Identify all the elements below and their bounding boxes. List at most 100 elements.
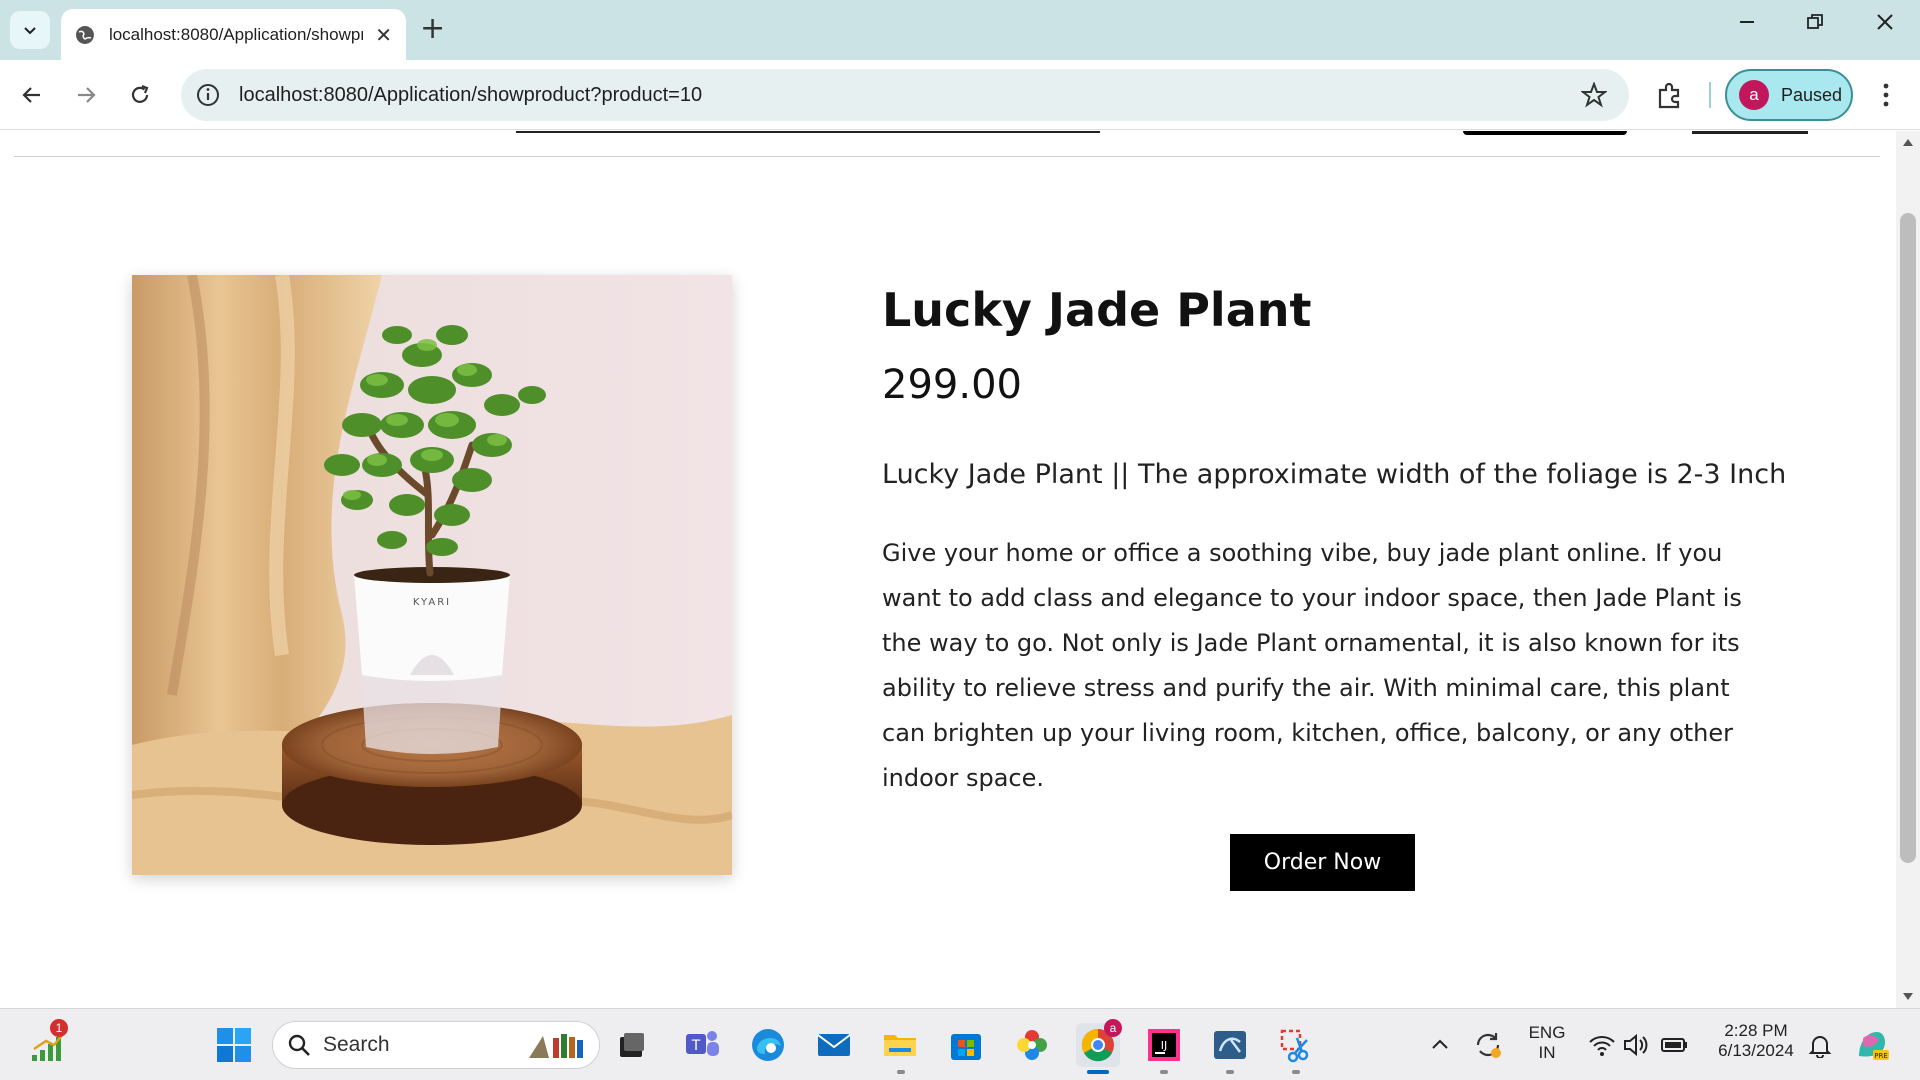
page-scrollbar[interactable]: [1896, 131, 1920, 1008]
task-view-icon: [620, 1033, 644, 1057]
reload-button[interactable]: [124, 79, 156, 111]
edge-app-button[interactable]: [746, 1023, 790, 1067]
svg-text:PRE: PRE: [1874, 1052, 1888, 1060]
notification-badge: 1: [50, 1019, 68, 1037]
site-nav-button-edge[interactable]: [1463, 131, 1627, 135]
mysql-workbench-icon: [1214, 1031, 1246, 1059]
teams-icon: T: [686, 1031, 719, 1056]
product-price: 299.00: [882, 362, 1022, 408]
scroll-up-arrow-icon[interactable]: [1902, 137, 1914, 147]
page-viewport: KYARI Lucky Jade Plant 299.00 Lucky Jade…: [0, 131, 1896, 1008]
svg-text:T: T: [691, 1038, 701, 1054]
address-bar[interactable]: localhost:8080/Application/showproduct?p…: [181, 69, 1629, 121]
scroll-down-arrow-icon[interactable]: [1902, 992, 1914, 1002]
bookmark-star-icon[interactable]: [1581, 82, 1607, 108]
minimize-icon[interactable]: [1738, 12, 1756, 37]
task-view-button[interactable]: [610, 1023, 654, 1067]
product-image: KYARI: [132, 275, 732, 875]
mysql-workbench-button[interactable]: [1208, 1023, 1252, 1067]
site-nav-search-underline: [516, 131, 1100, 133]
chrome-app-button[interactable]: a: [1076, 1019, 1122, 1067]
site-info-icon[interactable]: [195, 82, 221, 108]
file-explorer-button[interactable]: [878, 1023, 922, 1067]
scrollbar-thumb[interactable]: [1900, 213, 1916, 863]
active-app-indicator: [1087, 1070, 1109, 1074]
battery-icon: [1661, 1038, 1687, 1052]
site-nav-button-edge-secondary[interactable]: [1692, 131, 1808, 134]
copilot-icon: PRE: [1859, 1032, 1889, 1060]
browser-tab-active[interactable]: localhost:8080/Application/showproduct?p…: [61, 9, 406, 60]
photos-pinwheel-icon: [1017, 1030, 1047, 1060]
running-indicator: [1292, 1070, 1300, 1074]
windows-logo-icon: [217, 1028, 251, 1062]
search-highlight-books-icon: [529, 1034, 583, 1058]
avatar: a: [1739, 80, 1769, 110]
close-window-icon[interactable]: [1876, 12, 1894, 37]
more-menu-icon[interactable]: [1876, 80, 1896, 110]
copilot-button[interactable]: PRE: [1850, 1023, 1894, 1067]
tab-search-button[interactable]: [10, 11, 50, 49]
network-stats-widget[interactable]: 1: [26, 1019, 70, 1067]
clock-date: 6/13/2024: [1718, 1041, 1794, 1060]
start-button[interactable]: [212, 1023, 256, 1067]
notifications-button[interactable]: [1798, 1023, 1842, 1067]
restore-icon[interactable]: [1806, 12, 1824, 37]
edge-browser-icon: [752, 1029, 784, 1061]
browser-tab-bar: localhost:8080/Application/showproduct?p…: [0, 0, 1920, 60]
chrome-profile-badge: a: [1104, 1019, 1122, 1037]
battery-button[interactable]: [1652, 1023, 1696, 1067]
chevron-down-icon: [24, 27, 36, 35]
back-button[interactable]: [16, 79, 48, 111]
svg-text:IJ: IJ: [1161, 1039, 1168, 1052]
mail-app-button[interactable]: [812, 1023, 856, 1067]
intellij-app-button[interactable]: IJ: [1142, 1023, 1186, 1067]
bell-icon: [1808, 1036, 1832, 1058]
sync-status-button[interactable]: [1466, 1023, 1510, 1067]
wifi-icon: [1589, 1036, 1615, 1056]
snipping-tool-icon: [1280, 1029, 1309, 1063]
product-subtitle: Lucky Jade Plant || The approximate widt…: [882, 459, 1787, 490]
running-indicator: [1226, 1070, 1234, 1074]
arrow-right-icon: [78, 87, 96, 103]
show-hidden-icons-button[interactable]: [1418, 1023, 1462, 1067]
profile-status: Paused: [1781, 84, 1843, 105]
photos-app-button[interactable]: [1010, 1023, 1054, 1067]
order-now-button[interactable]: Order Now: [1230, 834, 1415, 891]
running-indicator: [897, 1070, 905, 1074]
teams-app-button[interactable]: T: [680, 1023, 724, 1067]
mail-icon: [817, 1034, 851, 1056]
folder-icon: [884, 1035, 916, 1056]
new-tab-button[interactable]: +: [420, 14, 445, 44]
globe-icon: [75, 25, 94, 44]
toolbar-separator: [1709, 82, 1711, 108]
search-placeholder: Search: [323, 1033, 390, 1056]
product-description: Give your home or office a soothing vibe…: [882, 539, 1742, 792]
sync-icon: [1476, 1033, 1501, 1058]
store-app-button[interactable]: [944, 1023, 988, 1067]
running-indicator: [1160, 1070, 1168, 1074]
product-title: Lucky Jade Plant: [882, 283, 1312, 337]
forward-button[interactable]: [70, 79, 102, 111]
region-code: IN: [1538, 1043, 1556, 1062]
language-indicator[interactable]: ENG IN: [1522, 1023, 1572, 1063]
arrow-left-icon: [22, 87, 40, 103]
speaker-icon: [1624, 1033, 1648, 1057]
reload-icon: [131, 84, 149, 103]
tab-title: localhost:8080/Application/showproduct?p…: [108, 24, 364, 44]
clock[interactable]: 2:28 PM 6/13/2024: [1706, 1021, 1806, 1061]
close-tab-icon[interactable]: ✕: [375, 23, 392, 47]
search-icon: [288, 1034, 310, 1056]
address-url: localhost:8080/Application/showproduct?p…: [239, 83, 703, 106]
site-nav-divider: [14, 156, 1880, 157]
windows-taskbar: 1 Search T a IJ ENG IN 2:28 PM 6/13/2024…: [0, 1008, 1920, 1080]
intellij-icon: IJ: [1148, 1029, 1180, 1061]
chevron-up-icon: [1432, 1039, 1448, 1049]
taskbar-search-box[interactable]: Search: [272, 1021, 600, 1069]
pot-brand-label: KYARI: [413, 597, 451, 608]
snipping-tool-button[interactable]: [1274, 1023, 1318, 1067]
browser-toolbar: localhost:8080/Application/showproduct?p…: [0, 60, 1920, 130]
extensions-puzzle-icon[interactable]: [1655, 80, 1685, 110]
microsoft-store-icon: [951, 1034, 981, 1060]
profile-button[interactable]: a Paused: [1725, 69, 1853, 121]
clock-time: 2:28 PM: [1724, 1021, 1788, 1040]
